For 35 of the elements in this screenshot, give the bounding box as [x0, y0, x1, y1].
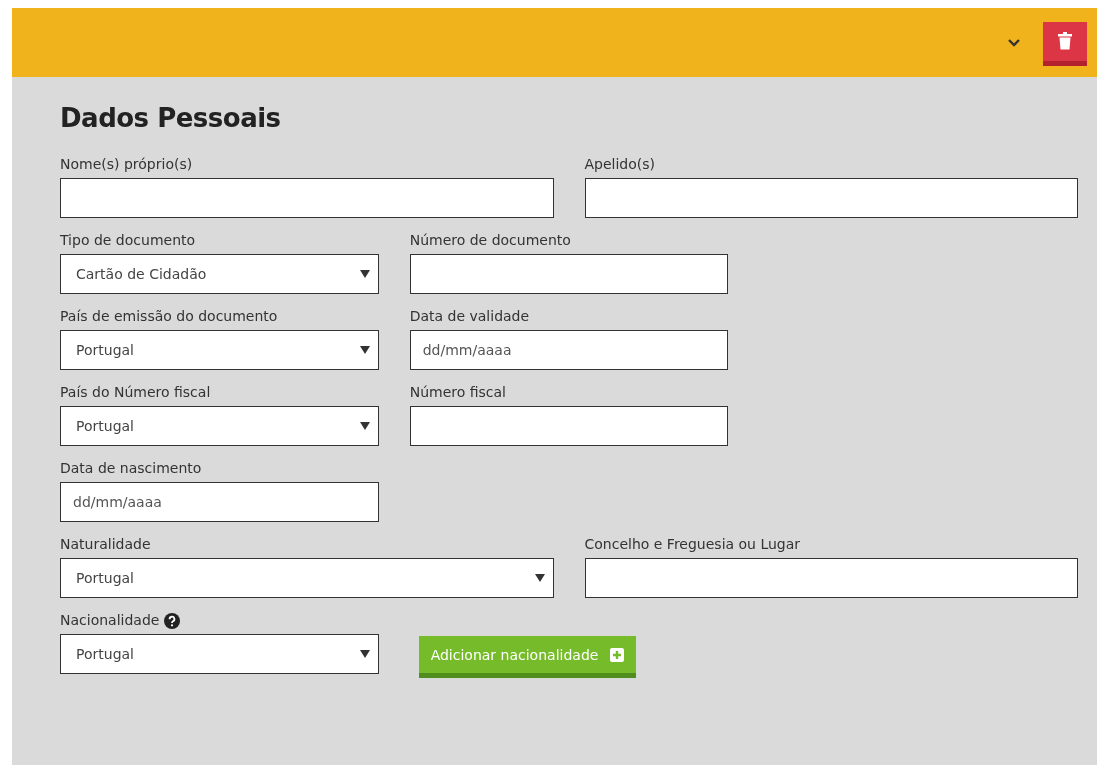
field-label: Naturalidade — [60, 536, 151, 553]
trash-icon — [1058, 32, 1072, 50]
dropdown-arrow-icon — [359, 346, 370, 354]
delete-button[interactable] — [1043, 21, 1087, 66]
input-field[interactable]: dd/mm/aaaa — [409, 330, 729, 370]
field-label: Nome(s) próprio(s) — [60, 156, 193, 173]
input-field[interactable]: dd/mm/aaaa — [60, 482, 379, 522]
input-field[interactable] — [409, 254, 729, 294]
field-label: Apelido(s) — [584, 156, 656, 173]
field-label: Nacionalidade — [60, 612, 160, 629]
field-label: Data de validade — [409, 308, 530, 325]
input-field[interactable] — [60, 178, 554, 218]
dropdown[interactable]: Portugal — [60, 406, 379, 446]
dropdown-arrow-icon — [359, 650, 370, 658]
dropdown-arrow-icon — [359, 422, 370, 430]
dropdown-arrow-icon — [359, 270, 370, 278]
section-title: Dados Pessoais — [60, 103, 282, 133]
dropdown[interactable]: Portugal — [60, 330, 379, 370]
plus-icon — [610, 647, 625, 662]
dropdown[interactable]: Portugal — [60, 634, 379, 674]
field-label: Número de documento — [409, 232, 571, 249]
field-label: País de emissão do documento — [60, 308, 278, 325]
field-label: Número fiscal — [409, 384, 506, 401]
field-label: País do Número fiscal — [60, 384, 211, 401]
dropdown[interactable]: Portugal — [60, 558, 554, 598]
dropdown-arrow-icon — [534, 574, 545, 582]
dropdown[interactable]: Cartão de Cidadão — [60, 254, 379, 294]
field-label: Data de nascimento — [60, 460, 202, 477]
field-label: Concelho e Freguesia ou Lugar — [584, 536, 801, 553]
help-icon[interactable] — [164, 612, 181, 629]
input-field[interactable] — [584, 558, 1078, 598]
input-field[interactable] — [584, 178, 1078, 218]
input-field[interactable] — [409, 406, 729, 446]
field-label: Tipo de documento — [60, 232, 196, 249]
chevron-down-icon[interactable] — [1007, 37, 1021, 48]
